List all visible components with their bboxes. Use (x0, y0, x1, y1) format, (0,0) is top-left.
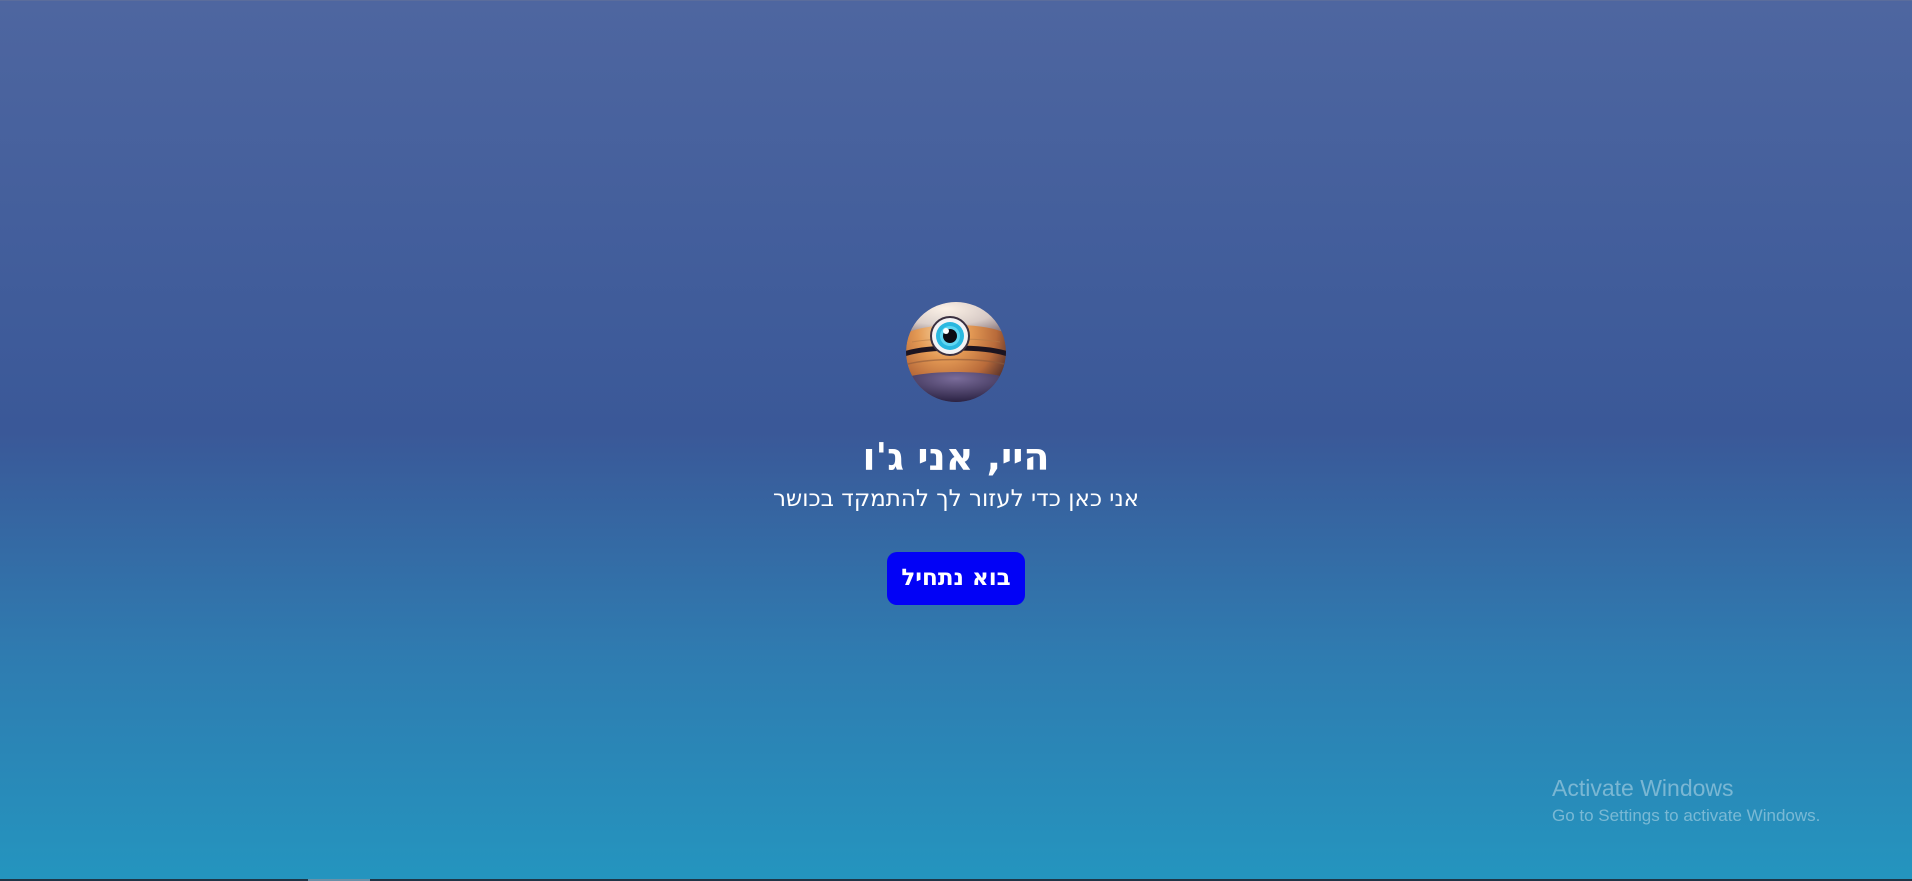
page-title: היי, אני ג'ו (862, 435, 1050, 479)
start-button[interactable]: בוא נתחיל (887, 552, 1025, 605)
activate-windows-watermark: Activate Windows Go to Settings to activ… (1552, 773, 1820, 827)
page-subtitle: אני כאן כדי לעזור לך להתמקד בכושר (772, 486, 1140, 512)
welcome-hero: היי, אני ג'ו אני כאן כדי לעזור לך להתמקד… (0, 300, 1912, 605)
window-top-edge (0, 0, 1912, 1)
eye-ball-robot-icon (906, 302, 1006, 402)
watermark-subtitle: Go to Settings to activate Windows. (1552, 806, 1821, 825)
watermark-title: Activate Windows (1552, 775, 1734, 801)
